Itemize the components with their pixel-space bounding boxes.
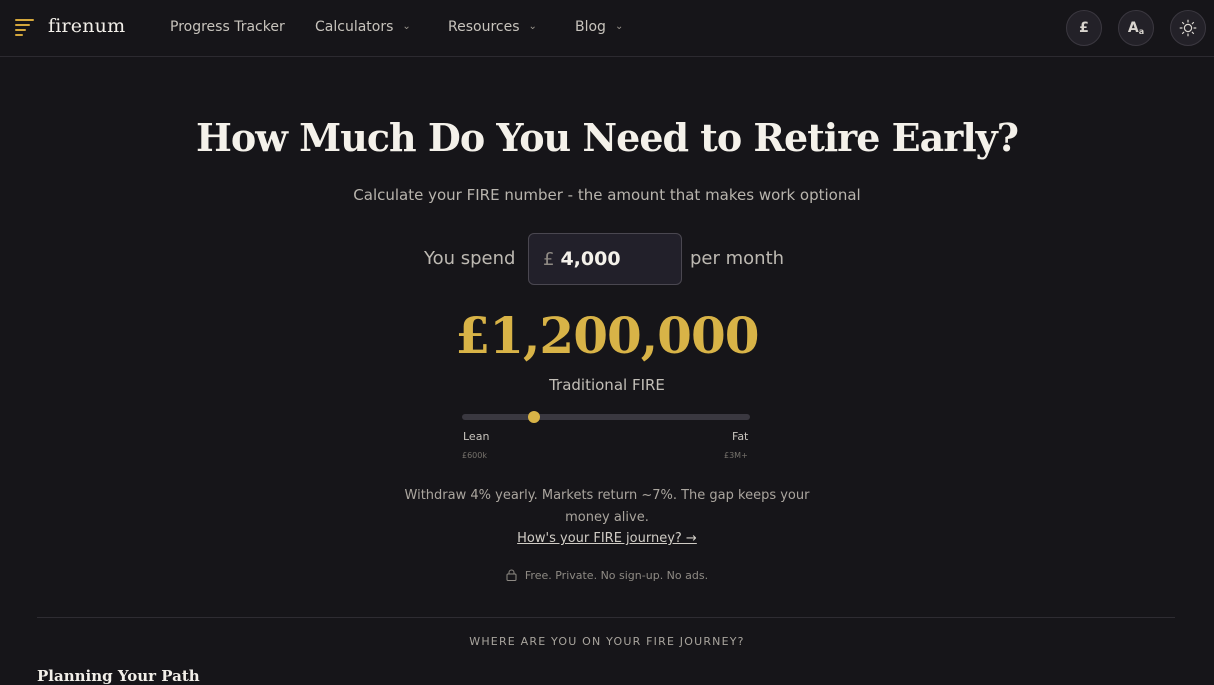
nav-link-label: Calculators [315,19,394,35]
font-size-icon: Aa [1128,20,1144,36]
top-nav: firenum Progress Tracker Calculators ⌄ Re… [0,0,1214,57]
nav-link-label: Resources [448,19,520,35]
page-title: How Much Do You Need to Retire Early? [195,115,1019,160]
journey-section-label: WHERE ARE YOU ON YOUR FIRE JOURNEY? [469,635,745,648]
journey-link[interactable]: How's your FIRE journey? → [0,531,1214,546]
slider-min-label: Lean [463,430,490,443]
font-size-glyph: A [1127,20,1139,36]
nav-link-label: Blog [575,19,606,35]
privacy-note: Free. Private. No sign-up. No ads. [0,569,1214,582]
chevron-down-icon: ⌄ [402,21,411,32]
font-size-button[interactable]: Aa [1118,10,1154,46]
nav-link-blog[interactable]: Blog ⌄ [575,19,623,35]
spend-suffix-label: per month [690,248,785,269]
menu-icon[interactable] [15,19,34,37]
brand-logo[interactable]: firenum [48,15,125,37]
spend-prefix-label: You spend [424,248,516,269]
journey-section-heading: Planning Your Path [37,667,200,685]
font-size-glyph-small: a [1138,27,1145,36]
slider-min-value: £600k [462,451,487,460]
currency-symbol: £ [543,248,555,270]
theme-toggle-button[interactable] [1170,10,1206,46]
nav-link-progress-tracker[interactable]: Progress Tracker [170,19,285,35]
nav-link-label: Progress Tracker [170,19,285,35]
sun-icon [1179,19,1197,37]
nav-link-calculators[interactable]: Calculators ⌄ [315,19,411,35]
fire-type-label: Traditional FIRE [549,376,665,394]
journey-link-label[interactable]: How's your FIRE journey? → [517,531,697,546]
page-subtitle: Calculate your FIRE number - the amount … [353,186,861,204]
pound-icon: £ [1079,20,1089,36]
slider-thumb[interactable] [528,411,540,423]
slider-max-label: Fat [732,430,749,443]
chevron-down-icon: ⌄ [614,21,624,32]
slider-max-value: £3M+ [724,451,748,460]
privacy-note-text: Free. Private. No sign-up. No ads. [524,569,709,582]
fire-level-slider[interactable] [462,411,750,423]
lock-icon [506,569,517,581]
monthly-spend-value[interactable]: 4,000 [560,248,620,270]
fire-number: £1,200,000 [455,306,759,365]
section-divider [37,617,1175,618]
chevron-down-icon: ⌄ [528,21,537,32]
monthly-spend-input[interactable]: £ 4,000 [528,233,682,285]
nav-link-resources[interactable]: Resources ⌄ [448,19,537,35]
currency-button[interactable]: £ [1066,10,1102,46]
fire-explanation: Withdraw 4% yearly. Markets return ~7%. … [404,488,810,525]
